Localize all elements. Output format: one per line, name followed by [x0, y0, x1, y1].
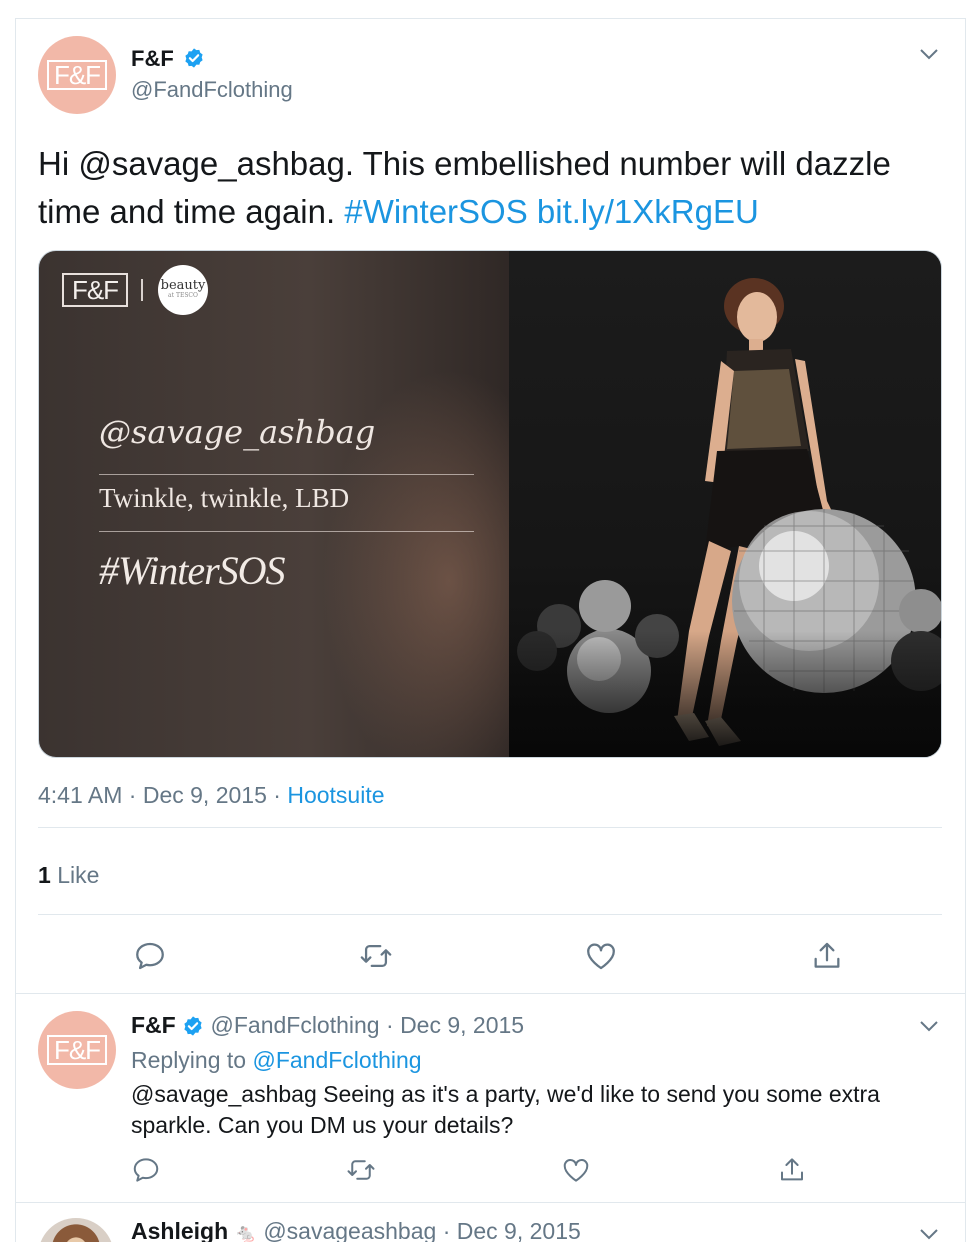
logo-separator [141, 279, 143, 301]
share-icon [814, 942, 840, 968]
meta-separator: · [128, 782, 137, 808]
chevron-down-icon[interactable] [919, 1228, 939, 1240]
reply-button[interactable] [131, 1155, 161, 1185]
like-button[interactable] [561, 1155, 591, 1185]
retweet-icon [347, 1160, 375, 1180]
overlay-rule-top [99, 474, 474, 475]
likes-count[interactable]: 1 Like [38, 862, 99, 889]
meta-separator: · [386, 1012, 394, 1038]
reply-icon [136, 942, 164, 970]
tweet-time[interactable]: 4:41 AM [38, 782, 122, 808]
reply-author-avatar[interactable]: F&F [38, 1011, 116, 1089]
like-button[interactable] [584, 939, 618, 973]
overlay-handle: @savage_ashbag [99, 413, 376, 451]
brand-logo: F&F [62, 273, 128, 307]
retweet-button[interactable] [346, 1155, 376, 1185]
divider [16, 1202, 965, 1203]
divider [38, 827, 942, 828]
reply-text: @savage_ashbag Seeing as it's a party, w… [131, 1081, 880, 1138]
author-handle[interactable]: @FandFclothing [131, 77, 293, 103]
reply-date[interactable]: Dec 9, 2015 [400, 1012, 524, 1038]
replying-to-handle[interactable]: @FandFclothing [252, 1047, 421, 1073]
overlay-rule-bottom [99, 531, 474, 532]
url-link[interactable]: bit.ly/1XkRgEU [537, 193, 759, 230]
tweet-date[interactable]: Dec 9, 2015 [143, 782, 267, 808]
author-avatar[interactable]: F&F [38, 36, 116, 114]
third-date[interactable]: Dec 9, 2015 [457, 1218, 581, 1242]
mouse-emoji-icon: 🐁 [234, 1223, 257, 1242]
like-count-number: 1 [38, 862, 51, 888]
tweet-media-image[interactable]: F&F beauty at TESCO @savage_ashbag Twink… [38, 250, 942, 758]
reply-icon [133, 1158, 159, 1182]
verified-badge-icon [185, 48, 203, 68]
avatar-logo: F&F [47, 1035, 107, 1065]
retweet-icon [360, 944, 392, 968]
divider [38, 914, 942, 915]
share-button[interactable] [810, 939, 844, 973]
like-count-label: Like [57, 862, 100, 888]
share-button[interactable] [777, 1155, 807, 1185]
chevron-down-icon[interactable] [919, 48, 939, 60]
reply-button[interactable] [133, 939, 167, 973]
replying-to-label: Replying to [131, 1047, 247, 1073]
partner-logo: beauty at TESCO [158, 265, 208, 315]
divider [16, 993, 965, 994]
share-icon [781, 1158, 803, 1181]
overlay-caption: Twinkle, twinkle, LBD [99, 483, 350, 513]
third-author-handle[interactable]: @savageashbag [263, 1218, 436, 1242]
tweet-source-link[interactable]: Hootsuite [287, 782, 384, 808]
image-floor-shadow [509, 631, 941, 757]
overlay-hashtag: #WinterSOS [99, 548, 286, 593]
reply-author-handle[interactable]: @FandFclothing [211, 1012, 380, 1038]
replying-to: Replying to @FandFclothing [131, 1047, 422, 1074]
partner-logo-subtext: at TESCO [168, 292, 198, 299]
verified-badge-icon [184, 1016, 202, 1036]
third-author-name[interactable]: Ashleigh [131, 1218, 228, 1242]
third-header: Ashleigh 🐁 @savageashbag · Dec 9, 2015 [131, 1218, 581, 1242]
avatar-logo: F&F [47, 60, 107, 90]
retweet-button[interactable] [359, 939, 393, 973]
like-icon [587, 943, 615, 970]
partner-logo-text: beauty [160, 278, 206, 293]
tweet-text: Hi @savage_ashbag. This embellished numb… [38, 140, 948, 236]
like-icon [563, 1158, 589, 1182]
tweet-meta: 4:41 AM · Dec 9, 2015 · Hootsuite [38, 782, 385, 809]
author-name[interactable]: F&F [131, 46, 174, 72]
meta-separator: · [442, 1218, 451, 1242]
hashtag-link[interactable]: #WinterSOS [344, 193, 527, 230]
reply-author-name[interactable]: F&F [131, 1012, 176, 1038]
meta-separator: · [273, 782, 281, 808]
reply-header: F&F @FandFclothing · Dec 9, 2015 [131, 1012, 524, 1039]
chevron-down-icon[interactable] [919, 1020, 939, 1032]
